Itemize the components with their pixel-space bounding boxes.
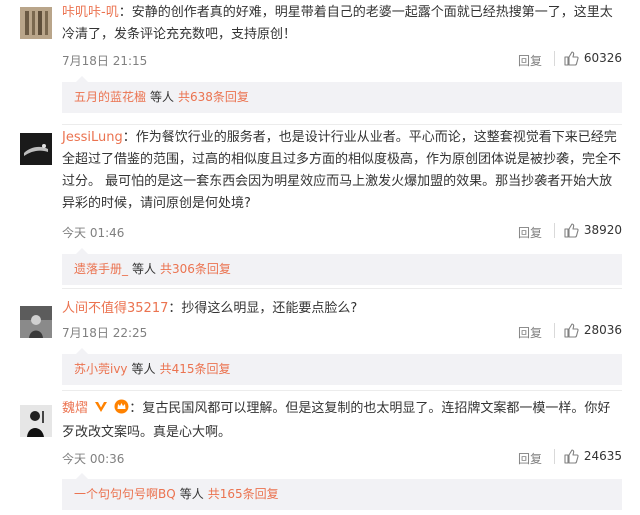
comment-text: 安静的创作者真的好难，明星带着自己的老婆一起露个面就已经热搜第一了，这里太冷清了… [62, 5, 613, 42]
avatar[interactable] [20, 133, 52, 165]
like-count: 24635 [583, 449, 622, 463]
subreply-arrow [76, 248, 88, 254]
like-count: 38920 [583, 223, 622, 237]
reply-button[interactable]: 回复 [518, 52, 542, 69]
comment-text: 复古民国风都可以理解。但是这复制的也太明显了。连招牌文案都一模一样。你好歹改改文… [62, 401, 611, 440]
divider [554, 223, 555, 238]
subreply-summary[interactable]: 五月的蓝花楹 等人 共638条回复 [62, 76, 622, 113]
comment-meta: 今天 01:46 回复 38920 [62, 221, 622, 243]
vip-crown-icon [114, 399, 129, 422]
subreply-etc: 等人 [132, 262, 157, 276]
avatar[interactable] [20, 306, 52, 338]
divider [554, 449, 555, 464]
subreply-username[interactable]: 五月的蓝花楹 [74, 90, 146, 104]
like-count: 28036 [583, 323, 622, 337]
comment-body: 魏熠 ：复古民国风都可以理解。但是这复制的也太明显了。连招牌文案都一模一样。你好… [62, 399, 611, 440]
subreply-username[interactable]: 一个句句句号啊BQ [74, 487, 176, 501]
subreply-arrow [76, 473, 88, 479]
thumbs-up-icon [564, 323, 579, 338]
subreply-username[interactable]: 遗落手册_ [74, 262, 128, 276]
reply-button[interactable]: 回复 [518, 450, 542, 467]
like-count: 60326 [583, 51, 622, 65]
comment-time: 7月18日 22:25 [62, 326, 148, 340]
subreply-total-link[interactable]: 共638条回复 [178, 90, 249, 104]
like-button[interactable]: 28036 [563, 322, 622, 338]
subreply-username[interactable]: 苏小莞ivy [74, 362, 128, 376]
verified-v-icon [94, 400, 108, 422]
comment-username[interactable]: 咔叽咔-叽 [62, 5, 119, 20]
comment-divider [62, 390, 622, 391]
subreply-total-link[interactable]: 共165条回复 [208, 487, 279, 501]
comment-time: 7月18日 21:15 [62, 54, 148, 68]
divider [554, 323, 555, 338]
avatar[interactable] [20, 7, 52, 39]
comment-list: 咔叽咔-叽：安静的创作者真的好难，明星带着自己的老婆一起露个面就已经热搜第一了，… [0, 0, 640, 515]
comment-meta: 7月18日 21:15 回复 60326 [62, 49, 622, 71]
reply-button[interactable]: 回复 [518, 324, 542, 341]
like-button[interactable]: 24635 [563, 448, 622, 464]
comment-divider [62, 288, 622, 289]
subreply-arrow [76, 348, 88, 354]
comment-time: 今天 01:46 [62, 226, 125, 240]
comment-meta: 7月18日 22:25 回复 28036 [62, 321, 622, 343]
subreply-etc: 等人 [131, 362, 156, 376]
comment-username[interactable]: 人间不值得35217 [62, 301, 168, 316]
comment-username[interactable]: 魏熠 [62, 401, 88, 416]
comment-time: 今天 00:36 [62, 452, 125, 466]
divider [554, 51, 555, 66]
like-button[interactable]: 38920 [563, 222, 622, 238]
subreply-summary[interactable]: 苏小莞ivy 等人 共415条回复 [62, 348, 622, 385]
comment-meta: 今天 00:36 回复 24635 [62, 447, 622, 469]
subreply-total-link[interactable]: 共306条回复 [160, 262, 231, 276]
comment-text: 作为餐饮行业的服务者，也是设计行业从业者。平心而论，这整套视觉看下来已经完全超过… [62, 130, 622, 211]
thumbs-up-icon [564, 223, 579, 238]
subreply-summary[interactable]: 遗落手册_ 等人 共306条回复 [62, 248, 622, 285]
subreply-arrow [76, 76, 88, 82]
comment-divider [62, 124, 622, 125]
like-button[interactable]: 60326 [563, 50, 622, 66]
avatar[interactable] [20, 405, 52, 437]
comment-text: 抄得这么明显，还能要点脸么? [181, 301, 358, 316]
reply-button[interactable]: 回复 [518, 224, 542, 241]
subreply-etc: 等人 [179, 487, 204, 501]
subreply-etc: 等人 [150, 90, 175, 104]
comment-body: 人间不值得35217：抄得这么明显，还能要点脸么? [62, 301, 358, 316]
comment-body: JessiLung：作为餐饮行业的服务者，也是设计行业从业者。平心而论，这整套视… [62, 130, 622, 211]
thumbs-up-icon [564, 51, 579, 66]
comment-body: 咔叽咔-叽：安静的创作者真的好难，明星带着自己的老婆一起露个面就已经热搜第一了，… [62, 5, 613, 42]
subreply-total-link[interactable]: 共415条回复 [160, 362, 231, 376]
subreply-summary[interactable]: 一个句句句号啊BQ 等人 共165条回复 [62, 473, 622, 510]
comment-username[interactable]: JessiLung [62, 130, 123, 145]
thumbs-up-icon [564, 449, 579, 464]
